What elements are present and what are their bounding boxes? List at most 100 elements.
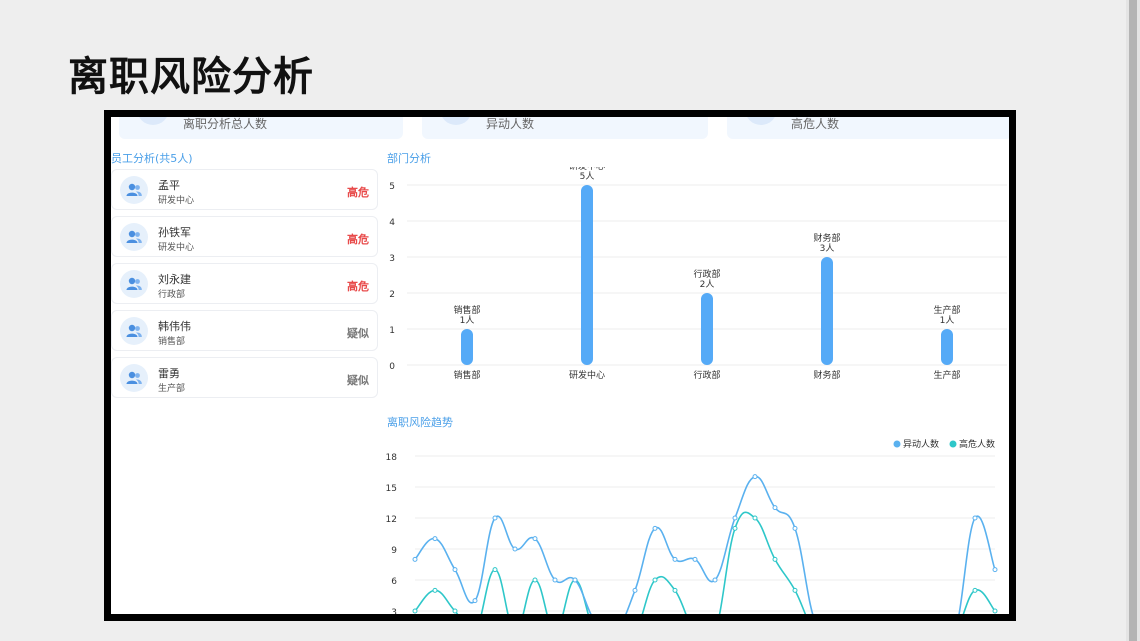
series-point[interactable] — [972, 587, 978, 593]
series-point[interactable] — [712, 577, 718, 583]
dashboard: 离职分析总人数 异动人数 高危人数 员工分析(共5人) 孟平 研发中心 高危 孙铁军研… — [111, 117, 1009, 614]
bar-x-tick: 财务部 — [813, 369, 840, 381]
series-point[interactable] — [532, 536, 538, 542]
stat-icon — [745, 117, 777, 125]
bar-y-tick: 0 — [389, 362, 395, 372]
series-point[interactable] — [552, 577, 558, 583]
stat-card-total[interactable]: 离职分析总人数 — [119, 117, 403, 139]
employee-section-title: 员工分析(共5人) — [111, 152, 193, 165]
stat-label-yidong: 异动人数 — [486, 117, 535, 131]
series-point[interactable] — [992, 608, 998, 614]
series-point[interactable] — [992, 567, 998, 573]
series-point[interactable] — [792, 587, 798, 593]
employee-card[interactable]: 孙铁军研发中心 高危 — [111, 216, 378, 257]
series-point[interactable] — [572, 577, 578, 583]
employee-name: 雷勇 — [158, 367, 180, 380]
bar-x-tick: 生产部 — [933, 369, 960, 381]
employee-dept: 研发中心 — [158, 243, 195, 253]
line-y-tick: 6 — [391, 577, 397, 587]
series-point[interactable] — [772, 556, 778, 562]
employee-name: 孙铁军 — [158, 226, 191, 239]
bar-mark[interactable] — [461, 329, 473, 365]
series-line[interactable] — [414, 511, 996, 614]
legend-swatch[interactable] — [893, 440, 901, 448]
bar-category-label: 财务部 — [813, 232, 840, 244]
legend-label[interactable]: 高危人数 — [959, 438, 995, 450]
series-point[interactable] — [652, 577, 658, 583]
series-point[interactable] — [732, 525, 738, 531]
line-y-tick: 15 — [386, 484, 397, 494]
series-point[interactable] — [532, 577, 538, 583]
stat-card-yidong[interactable]: 异动人数 — [422, 117, 708, 139]
bar-y-tick: 3 — [389, 254, 395, 264]
series-point[interactable] — [792, 525, 798, 531]
employee-risk-level: 疑似 — [347, 374, 369, 387]
series-point[interactable] — [752, 474, 758, 480]
stat-label-total: 离职分析总人数 — [183, 117, 268, 131]
employee-card[interactable]: 孟平 研发中心 高危 — [111, 169, 378, 210]
bar-value-label: 5人 — [580, 171, 595, 182]
bar-x-tick: 研发中心 — [569, 369, 605, 381]
series-point[interactable] — [732, 515, 738, 521]
stat-icon — [440, 117, 472, 125]
stat-card-gaowei[interactable]: 高危人数 — [727, 117, 1009, 139]
employee-list: 孟平 研发中心 高危 孙铁军 研发中心 高危 刘永建 行政部 高危 韩伟伟 销售部 疑似 雷勇 生产部 疑似 — [111, 169, 378, 404]
bar-value-label: 2人 — [700, 279, 715, 290]
bar-mark[interactable] — [701, 293, 713, 365]
department-bar-chart: 012345销售部1人销售部研发中心5人研发中心行政部2人行政部财务部3人财务部… — [389, 167, 1007, 381]
series-point[interactable] — [972, 515, 978, 521]
series-point[interactable] — [452, 608, 458, 614]
employee-name: 孟平 — [158, 179, 180, 192]
series-point[interactable] — [512, 546, 518, 552]
trend-line-chart: 3 6 9 12 15 18 异动人数 高危人数 — [386, 438, 998, 614]
employee-risk-level: 高危 — [347, 233, 369, 246]
series-point[interactable] — [672, 556, 678, 562]
bar-x-tick: 销售部 — [453, 369, 480, 381]
stat-icon — [137, 117, 169, 125]
series-point[interactable] — [432, 587, 438, 593]
stat-label-gaowei: 高危人数 — [791, 117, 840, 131]
bar-value-label: 1人 — [940, 315, 955, 326]
users-icon — [120, 270, 148, 298]
users-icon — [120, 364, 148, 392]
series-point[interactable] — [632, 587, 638, 593]
series-point[interactable] — [492, 567, 498, 573]
line-y-tick: 12 — [386, 515, 397, 525]
users-icon — [120, 176, 148, 204]
employee-risk-level: 高危 — [347, 186, 369, 199]
bar-value-label: 3人 — [820, 243, 835, 254]
series-point[interactable] — [452, 567, 458, 573]
department-chart-title: 部门分析 — [387, 152, 431, 165]
employee-card[interactable]: 雷勇生产部 疑似 — [111, 357, 378, 398]
series-point[interactable] — [412, 556, 418, 562]
legend-swatch[interactable] — [949, 440, 957, 448]
employee-card[interactable]: 刘永建 行政部 高危 — [111, 263, 378, 304]
series-point[interactable] — [412, 608, 418, 614]
employee-dept: 销售部 — [158, 337, 186, 347]
series-point[interactable] — [692, 556, 698, 562]
series-point[interactable] — [752, 515, 758, 521]
series-point[interactable] — [652, 525, 658, 531]
series-point[interactable] — [672, 587, 678, 593]
series-point[interactable] — [772, 505, 778, 511]
series-point[interactable] — [432, 536, 438, 542]
series-point[interactable] — [472, 598, 478, 604]
legend-label[interactable]: 异动人数 — [903, 438, 939, 450]
line-y-tick: 18 — [386, 453, 398, 463]
bar-mark[interactable] — [821, 257, 833, 365]
scrollbar-thumb[interactable] — [1129, 0, 1137, 641]
bar-category-label: 销售部 — [453, 304, 480, 316]
employee-name: 刘永建 — [158, 273, 191, 286]
bar-y-tick: 1 — [389, 326, 395, 336]
users-icon — [120, 223, 148, 251]
employee-card[interactable]: 韩伟伟 销售部 疑似 — [111, 310, 378, 351]
employee-risk-level: 高危 — [347, 280, 369, 293]
bar-y-tick: 2 — [389, 290, 395, 300]
dashboard-frame: 离职分析总人数 异动人数 高危人数 员工分析(共5人) 孟平 研发中心 高危 孙铁军研… — [104, 110, 1016, 621]
employee-dept: 生产部 — [158, 384, 186, 394]
bar-mark[interactable] — [941, 329, 953, 365]
bar-x-tick: 行政部 — [693, 369, 720, 381]
series-point[interactable] — [492, 515, 498, 521]
bar-mark[interactable] — [581, 185, 593, 365]
series-line[interactable] — [414, 475, 996, 614]
